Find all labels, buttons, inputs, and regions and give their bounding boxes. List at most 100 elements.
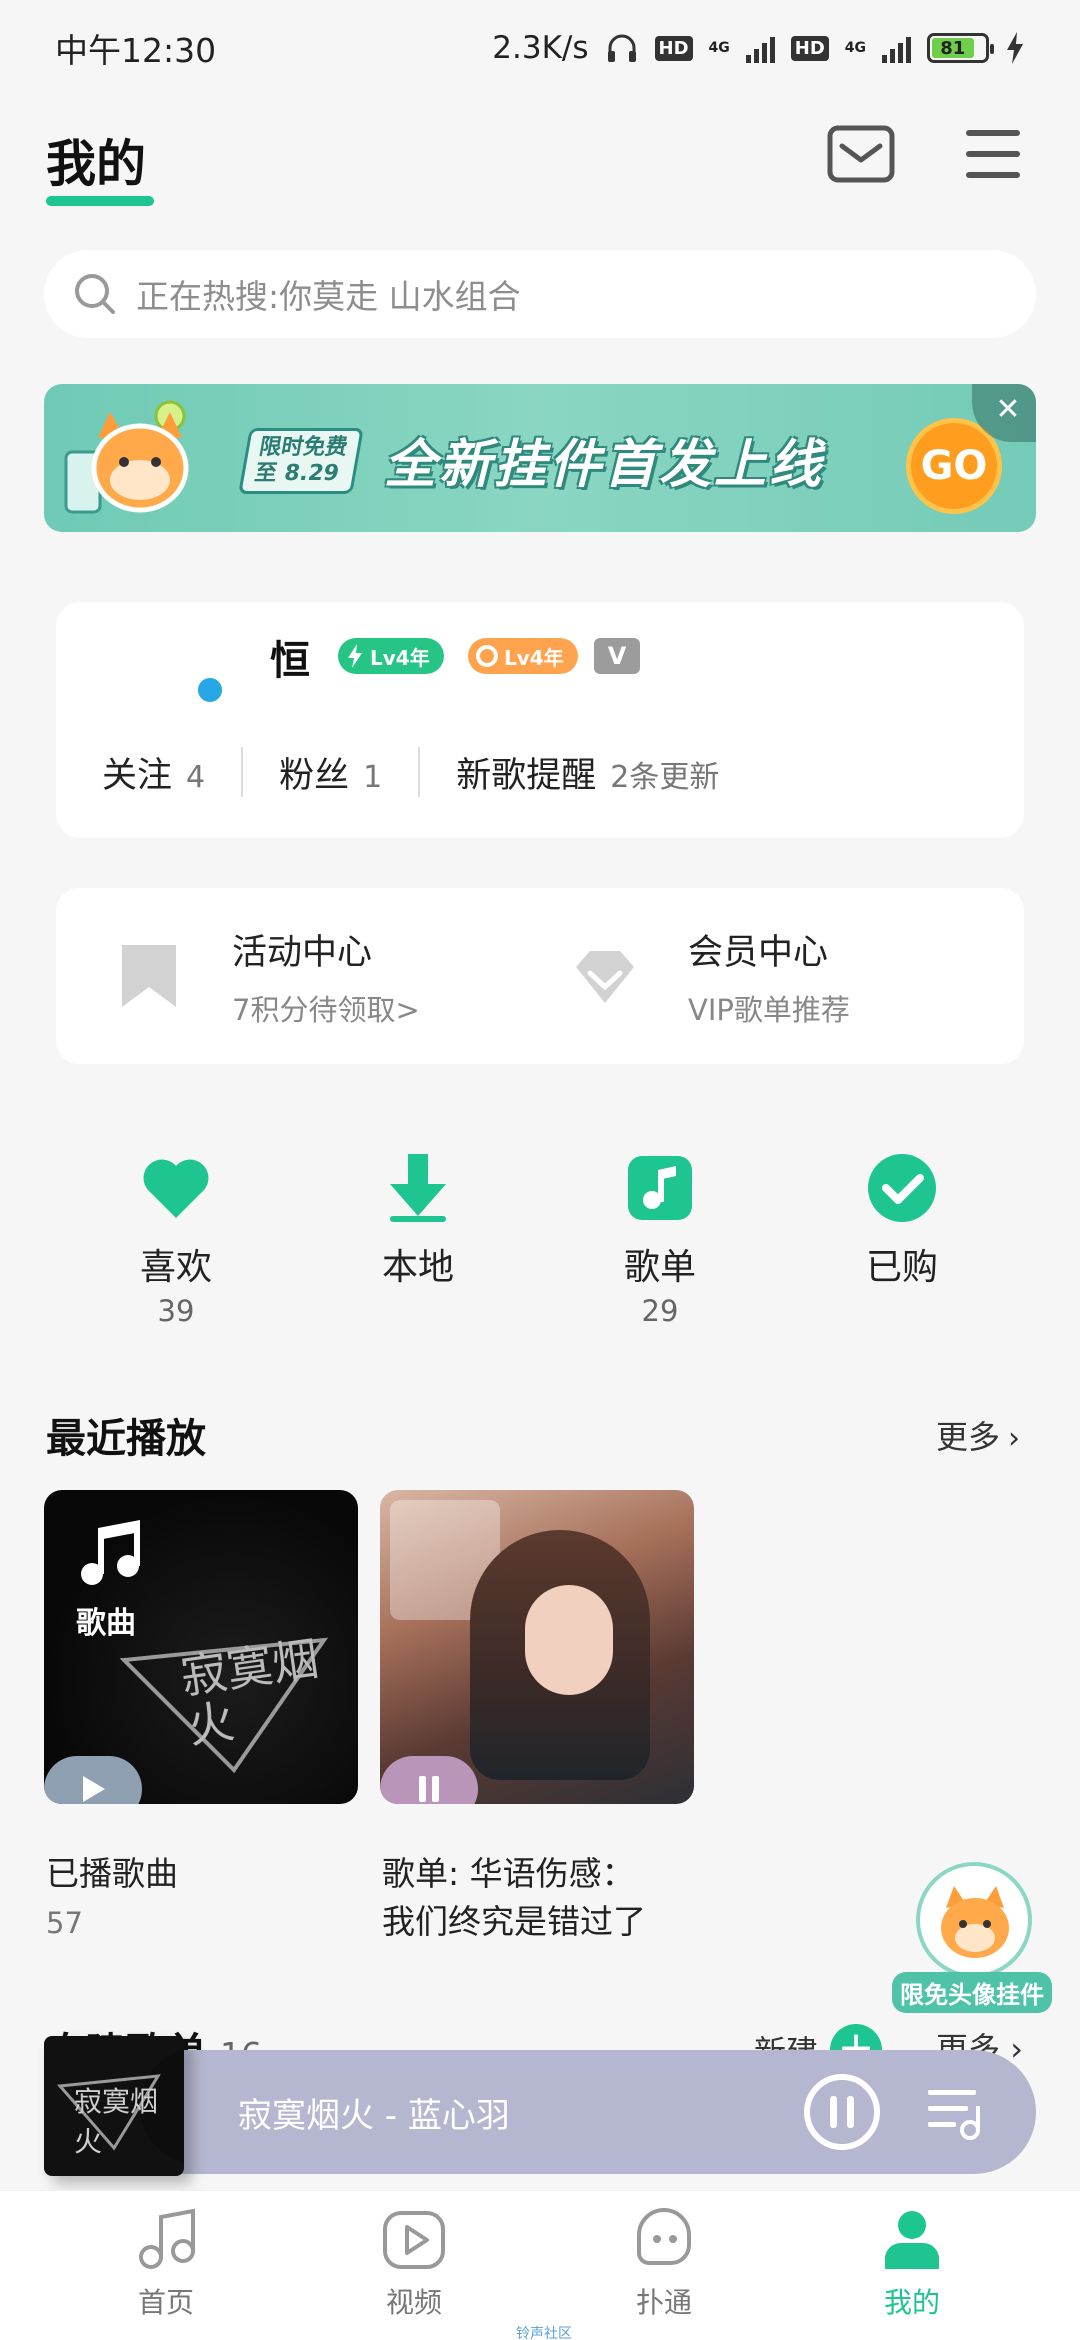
mail-icon[interactable] bbox=[826, 124, 896, 184]
avatar-status-icon bbox=[194, 674, 226, 706]
shortcut-label: 本地 bbox=[381, 1247, 454, 1288]
center-card: 活动中心 7积分待领取> 会员中心 VIP歌单推荐 bbox=[56, 888, 1024, 1064]
nav-label: 首页 bbox=[137, 2286, 194, 2319]
activity-center-title: 活动中心 bbox=[232, 932, 373, 973]
nav-label: 我的 bbox=[883, 2286, 940, 2319]
recent-songs-cover[interactable]: 歌曲 寂寞烟火 bbox=[44, 1490, 358, 1804]
profile-stats: 关注 4 粉丝 1 新歌提醒 2条更新 bbox=[102, 742, 719, 802]
menu-icon[interactable] bbox=[962, 124, 1024, 184]
album-art-text: 寂寞烟火 bbox=[74, 2085, 159, 2158]
username[interactable]: 恒 bbox=[270, 628, 310, 686]
nav-home[interactable]: 首页 bbox=[86, 2205, 246, 2321]
divider bbox=[241, 747, 244, 797]
bottom-nav: 首页 视频 扑通 我的 铃声社区 bbox=[0, 2190, 1080, 2340]
nav-label: 扑通 bbox=[635, 2286, 692, 2319]
stat-following[interactable]: 关注 4 bbox=[102, 747, 205, 798]
play-icon bbox=[83, 1776, 105, 1802]
player-pause-icon[interactable] bbox=[802, 2072, 882, 2152]
recent-section-title: 最近播放 bbox=[46, 1416, 206, 1462]
pause-button[interactable] bbox=[380, 1756, 478, 1804]
nav-label: 视频 bbox=[385, 2286, 442, 2319]
network-type-1: 4G bbox=[708, 40, 730, 56]
shortcut-count: 39 bbox=[157, 1294, 195, 1328]
recent-more-link[interactable]: 更多 › bbox=[936, 1412, 1020, 1458]
shortcut-local[interactable]: 本地 bbox=[338, 1150, 498, 1294]
recent-playlist-caption[interactable]: 歌单: 华语伤感： 我们终究是错过了 bbox=[382, 1850, 722, 1946]
bookmark-icon bbox=[122, 945, 176, 1007]
orange-badge-label: Lv4年 bbox=[504, 645, 564, 670]
playlist-icon bbox=[628, 1156, 692, 1220]
search-icon bbox=[75, 274, 115, 314]
hd-badge-2: HD bbox=[790, 35, 829, 61]
title-underline bbox=[46, 196, 154, 206]
cat-mascot-icon bbox=[64, 400, 189, 514]
nav-sub-label[interactable]: 铃声社区 bbox=[516, 2323, 572, 2340]
player-song-title[interactable]: 寂寞烟火 - 蓝心羽 bbox=[238, 2088, 510, 2137]
caption-line: 歌单: 华语伤感： bbox=[382, 1854, 635, 1893]
chat-face-icon bbox=[637, 2208, 691, 2265]
shortcut-purchased[interactable]: 已购 bbox=[822, 1150, 982, 1294]
pendant-label: 限免头像挂件 bbox=[892, 1972, 1052, 2013]
header: 我的 bbox=[0, 110, 1080, 220]
page-title: 我的 bbox=[46, 135, 146, 193]
recent-songs-caption[interactable]: 已播歌曲 bbox=[46, 1850, 178, 1898]
player-album-art[interactable]: 寂寞烟火 bbox=[44, 2036, 184, 2176]
divider bbox=[418, 747, 421, 797]
green-badge-label: Lv4年 bbox=[370, 645, 430, 670]
user-icon bbox=[885, 2211, 939, 2269]
recent-playlist-cover[interactable] bbox=[380, 1490, 694, 1804]
disc-icon bbox=[476, 645, 498, 667]
shortcut-playlists[interactable]: 歌单 29 bbox=[580, 1150, 740, 1328]
lightning-icon bbox=[348, 644, 362, 668]
green-level-badge[interactable]: Lv4年 bbox=[338, 638, 444, 674]
download-icon bbox=[390, 1154, 446, 1222]
activity-center[interactable]: 活动中心 7积分待领取> bbox=[116, 888, 420, 1064]
network-type-2: 4G bbox=[844, 40, 866, 56]
mini-player[interactable] bbox=[44, 2050, 1036, 2174]
vip-badge[interactable]: V bbox=[594, 638, 640, 674]
shortcut-liked[interactable]: 喜欢 39 bbox=[96, 1150, 256, 1328]
hd-badge-1: HD bbox=[654, 35, 693, 61]
shortcut-label: 喜欢 bbox=[139, 1247, 212, 1288]
banner-tag: 限时免费至 8.29 bbox=[238, 428, 364, 494]
profile-card[interactable]: 恒 Lv4年 Lv4年 V 关注 4 粉丝 1 新歌提醒 2条更新 bbox=[56, 602, 1024, 838]
charging-icon bbox=[1007, 32, 1023, 64]
pause-icon bbox=[419, 1776, 439, 1802]
shortcut-row: 喜欢 39 本地 歌单 29 已购 bbox=[56, 1150, 1024, 1340]
stat-followers[interactable]: 粉丝 1 bbox=[279, 747, 382, 798]
stat-label: 粉丝 bbox=[279, 755, 350, 796]
video-play-icon bbox=[383, 2211, 445, 2269]
battery-level: 81 bbox=[932, 38, 974, 59]
stat-new-songs[interactable]: 新歌提醒 2条更新 bbox=[456, 747, 719, 798]
shortcut-label: 歌单 bbox=[623, 1247, 696, 1288]
music-note-icon bbox=[81, 1520, 140, 1585]
vip-center[interactable]: 会员中心 VIP歌单推荐 bbox=[572, 888, 850, 1064]
network-speed: 2.3K/s bbox=[492, 30, 589, 66]
activity-center-sub: 7积分待领取> bbox=[232, 992, 420, 1027]
music-note-icon bbox=[139, 2208, 195, 2269]
status-time: 中午12:30 bbox=[55, 31, 217, 70]
stat-value: 4 bbox=[186, 759, 206, 795]
headphone-icon bbox=[607, 34, 636, 62]
orange-level-badge[interactable]: Lv4年 bbox=[468, 638, 578, 674]
search-placeholder: 正在热搜:你莫走 山水组合 bbox=[136, 277, 521, 316]
diamond-icon bbox=[576, 951, 634, 1003]
floating-pendant-ad[interactable]: 限免头像挂件 bbox=[892, 1862, 1052, 2013]
status-bar: 中午12:30 2.3K/s HD 4G HD 4G 81 bbox=[0, 0, 1080, 96]
stat-value: 1 bbox=[363, 759, 383, 795]
chevron-right-icon: › bbox=[1008, 1421, 1021, 1456]
recent-songs-count: 57 bbox=[46, 1906, 83, 1940]
play-button[interactable] bbox=[44, 1756, 142, 1804]
promo-banner[interactable]: 限时免费至 8.29 全新挂件首发上线 GO ✕ bbox=[44, 384, 1036, 532]
status-right: 2.3K/s HD 4G HD 4G 81 bbox=[492, 30, 1025, 66]
search-bar[interactable]: 正在热搜:你莫走 山水组合 bbox=[44, 250, 1036, 338]
vip-center-title: 会员中心 bbox=[688, 932, 829, 973]
signal-icon-2 bbox=[882, 33, 911, 63]
more-label: 更多 bbox=[936, 1418, 1001, 1456]
cat-mascot-icon bbox=[941, 1886, 1009, 1958]
stat-value: 2条更新 bbox=[610, 759, 720, 795]
nav-mine[interactable]: 我的 bbox=[832, 2205, 992, 2321]
nav-video[interactable]: 视频 bbox=[334, 2205, 494, 2321]
nav-putong[interactable]: 扑通 bbox=[584, 2205, 744, 2321]
playlist-queue-icon[interactable] bbox=[924, 2080, 988, 2144]
